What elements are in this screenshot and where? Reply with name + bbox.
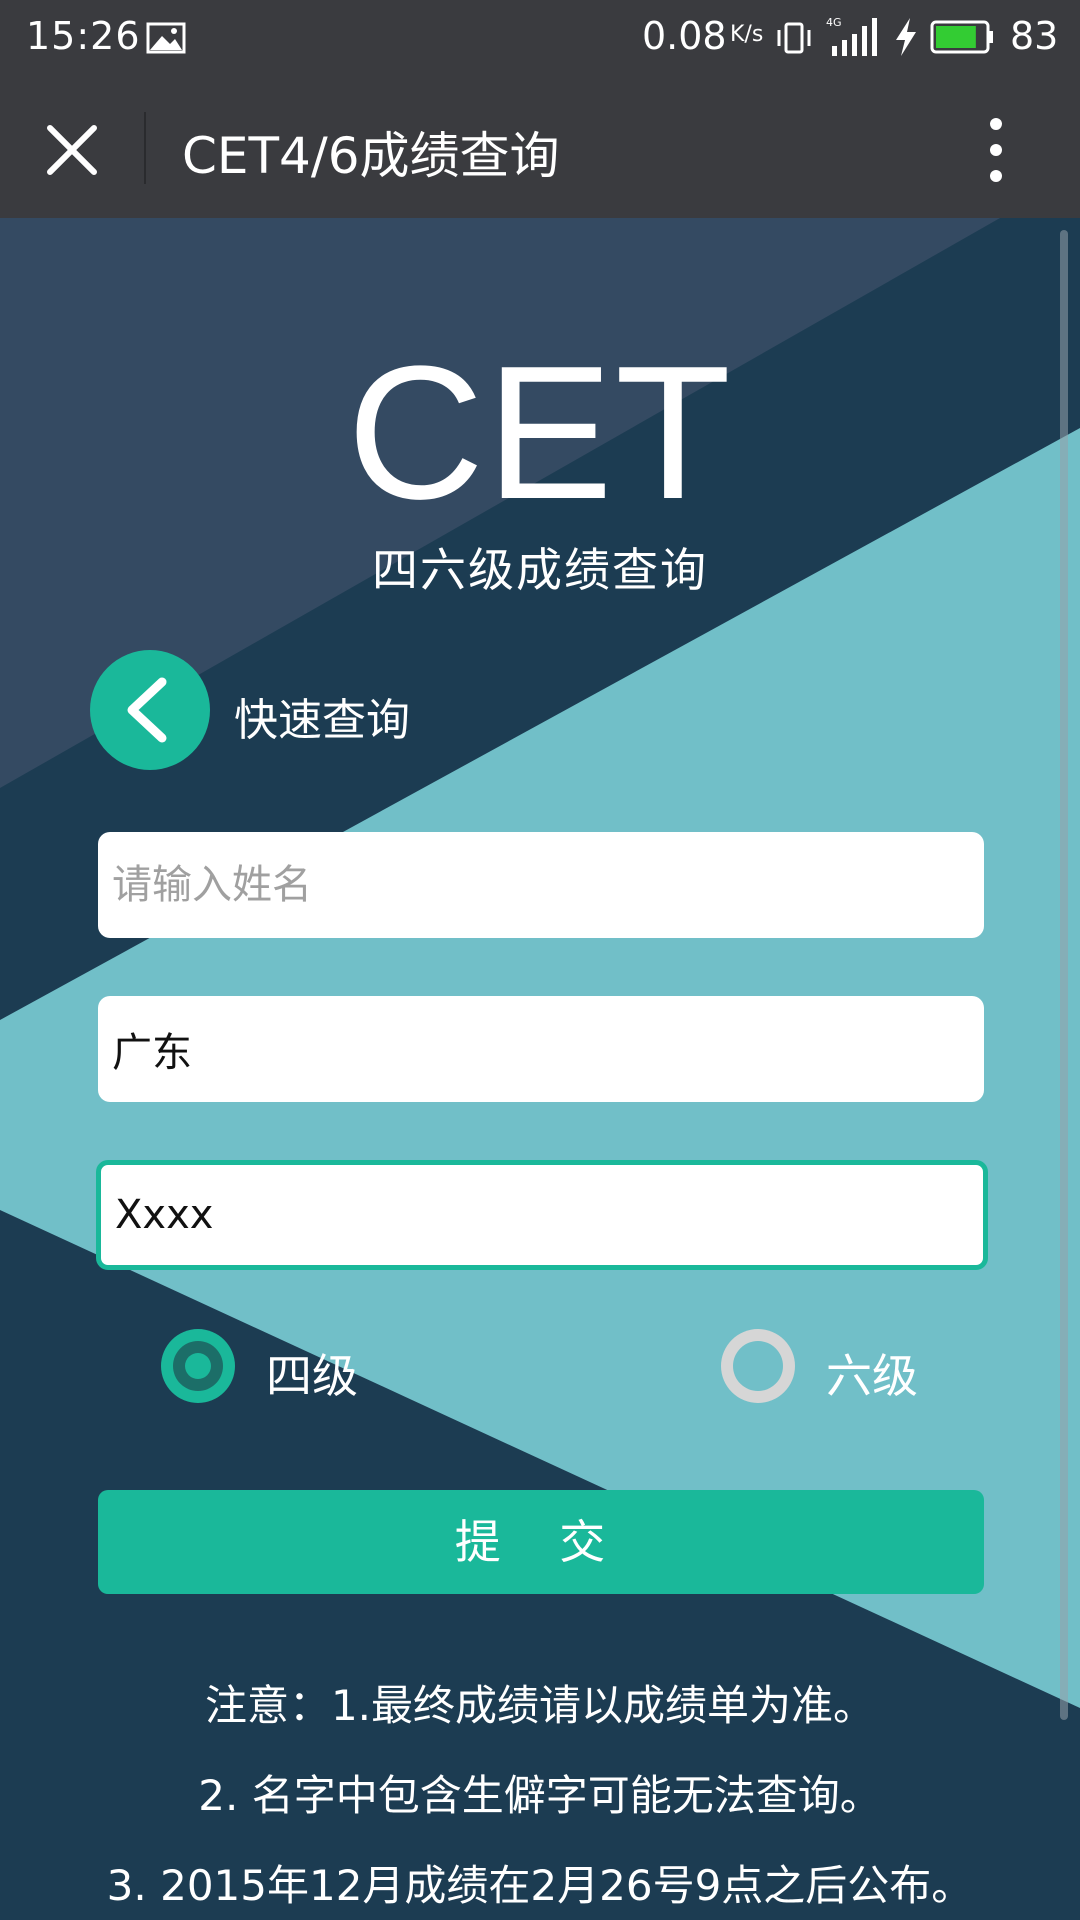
- level-6-radio[interactable]: 六级: [720, 1328, 960, 1404]
- logo-subtitle: 四六级成绩查询: [372, 543, 708, 597]
- cet-logo: CET: [347, 327, 733, 539]
- signal-icon: 4G: [826, 16, 877, 56]
- note-line-2: 2. 名字中包含生僻字可能无法查询。: [198, 1771, 882, 1820]
- battery-icon: [930, 20, 993, 54]
- radio-unchecked-icon: [721, 1329, 795, 1403]
- radio-checked-icon: [161, 1329, 235, 1403]
- image-icon: [146, 22, 186, 54]
- chevron-left-icon: [127, 677, 167, 743]
- more-vertical-icon[interactable]: [976, 114, 1016, 186]
- status-time: 15:26: [26, 14, 141, 58]
- back-button[interactable]: [90, 650, 210, 770]
- level-4-radio[interactable]: 四级: [160, 1328, 400, 1404]
- net-speed-unit: K/s: [730, 22, 764, 47]
- network-type: 4G: [826, 16, 842, 29]
- note-line-3: 3. 2015年12月成绩在2月26号9点之后公布。: [106, 1861, 974, 1910]
- note-line-1: 注意：1.最终成绩请以成绩单为准。: [204, 1681, 876, 1730]
- battery-percent: 83: [1010, 14, 1059, 58]
- exam-id-input[interactable]: [96, 1160, 988, 1270]
- title-bar: CET4/6成绩查询: [0, 78, 1080, 218]
- net-speed: 0.08: [642, 14, 727, 58]
- close-icon[interactable]: [40, 118, 104, 182]
- submit-button[interactable]: 提 交: [98, 1490, 984, 1594]
- title-divider: [144, 112, 146, 184]
- vibrate-icon: [777, 22, 811, 54]
- charging-icon: [896, 18, 916, 56]
- quick-query-label: 快速查询: [234, 695, 410, 746]
- level-4-label: 四级: [266, 1349, 358, 1403]
- region-input[interactable]: [98, 996, 984, 1102]
- name-input[interactable]: [98, 832, 984, 938]
- level-6-label: 六级: [826, 1349, 918, 1403]
- page-title: CET4/6成绩查询: [182, 127, 560, 185]
- main-content: CET 四六级成绩查询 快速查询 四级 六级 提 交 注意：1.最终成绩请以成绩…: [0, 218, 1080, 1920]
- status-bar: 15:26 0.08 K/s 4G 83: [0, 0, 1080, 78]
